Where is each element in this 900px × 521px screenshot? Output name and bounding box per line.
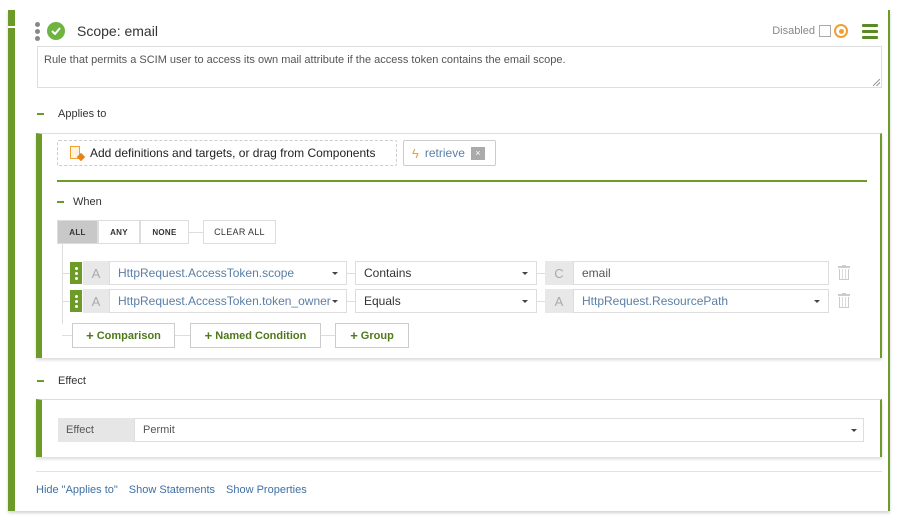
- connector-line: [347, 301, 355, 302]
- rule-card: Scope: email Disabled Rule that permits …: [8, 10, 890, 511]
- logic-any-button[interactable]: ANY: [98, 220, 140, 244]
- add-named-condition-label: Named Condition: [215, 329, 307, 342]
- add-definitions-label: Add definitions and targets, or drag fro…: [90, 146, 376, 160]
- connector-line: [347, 273, 355, 274]
- disabled-checkbox[interactable]: [819, 25, 831, 37]
- connector-line: [62, 273, 70, 274]
- connector-line: [537, 273, 545, 274]
- add-comparison-label: Comparison: [96, 329, 161, 342]
- section-divider: [57, 180, 867, 182]
- plus-icon: +: [350, 328, 358, 343]
- logic-none-button[interactable]: NONE: [140, 220, 189, 244]
- disabled-label: Disabled: [772, 25, 815, 37]
- collapse-icon: [37, 380, 44, 382]
- right-attribute-value: HttpRequest.ResourcePath: [582, 294, 729, 308]
- connector-line: [321, 335, 335, 336]
- effect-value: Permit: [143, 424, 175, 436]
- when-toggle[interactable]: When: [57, 196, 102, 208]
- collapse-icon: [37, 113, 44, 115]
- hide-applies-to-link[interactable]: Hide "Applies to": [36, 484, 118, 496]
- left-attribute-select[interactable]: HttpRequest.AccessToken.scope: [109, 261, 347, 285]
- lightning-bolt-icon: ϟ: [412, 145, 419, 161]
- effect-select[interactable]: Permit: [134, 418, 864, 442]
- card-notch: [8, 26, 15, 28]
- drag-handle-icon[interactable]: [70, 290, 82, 312]
- add-named-condition-button[interactable]: + Named Condition: [190, 323, 321, 348]
- drag-handle-icon[interactable]: [70, 262, 82, 284]
- right-value: email: [582, 266, 611, 280]
- footer-divider: [36, 471, 882, 472]
- hamburger-menu-icon[interactable]: [862, 23, 878, 39]
- target-radio-icon[interactable]: [834, 24, 848, 38]
- resize-grip-icon[interactable]: [873, 79, 880, 86]
- caret-down-icon: [851, 429, 857, 432]
- target-chip-label: retrieve: [424, 146, 465, 160]
- left-type-badge[interactable]: A: [83, 289, 109, 313]
- applies-to-panel: Add definitions and targets, or drag fro…: [36, 133, 882, 358]
- description-text: Rule that permits a SCIM user to access …: [44, 54, 566, 66]
- condition-row: A HttpRequest.AccessToken.token_owner Eq…: [57, 289, 877, 313]
- operator-value: Equals: [364, 294, 401, 308]
- target-chip-retrieve[interactable]: ϟ retrieve ×: [403, 140, 496, 166]
- caret-down-icon: [332, 300, 338, 303]
- connector-line: [62, 335, 72, 336]
- caret-down-icon: [814, 300, 820, 303]
- effect-section-label: Effect: [58, 375, 86, 387]
- left-type-badge[interactable]: A: [83, 261, 109, 285]
- caret-down-icon: [522, 300, 528, 303]
- rule-header: Scope: email Disabled: [29, 18, 878, 44]
- add-group-label: Group: [360, 329, 394, 342]
- trash-icon[interactable]: [838, 265, 850, 280]
- condition-row: A HttpRequest.AccessToken.scope Contains…: [57, 261, 877, 285]
- add-definitions-button[interactable]: Add definitions and targets, or drag fro…: [57, 140, 397, 166]
- drag-handle-icon[interactable]: [35, 21, 41, 41]
- check-circle-icon: [47, 22, 65, 40]
- add-group-button[interactable]: + Group: [335, 323, 409, 348]
- right-type-badge[interactable]: C: [545, 261, 573, 285]
- connector-line: [62, 301, 70, 302]
- effect-field-label: Effect: [58, 418, 134, 442]
- left-attribute-select[interactable]: HttpRequest.AccessToken.token_owner: [109, 289, 347, 313]
- logic-selector: ALL ANY NONE CLEAR ALL: [57, 220, 276, 244]
- document-add-icon: [70, 146, 86, 162]
- plus-icon: +: [204, 328, 213, 343]
- connector-line: [175, 335, 190, 336]
- rule-title[interactable]: Scope: email: [77, 23, 158, 39]
- plus-icon: +: [86, 328, 94, 343]
- applies-to-toggle[interactable]: Applies to: [37, 108, 106, 120]
- right-value-input[interactable]: email: [573, 261, 829, 285]
- right-type-badge[interactable]: A: [545, 289, 573, 313]
- right-attribute-select[interactable]: HttpRequest.ResourcePath: [573, 289, 829, 313]
- left-attribute-value: HttpRequest.AccessToken.scope: [118, 266, 295, 280]
- footer-links: Hide "Applies to" Show Statements Show P…: [36, 484, 307, 496]
- applies-to-label: Applies to: [58, 108, 107, 120]
- connector-line: [537, 301, 545, 302]
- clear-all-button[interactable]: CLEAR ALL: [203, 220, 276, 244]
- operator-select[interactable]: Equals: [355, 289, 537, 313]
- operator-value: Contains: [364, 266, 412, 280]
- show-properties-link[interactable]: Show Properties: [226, 484, 307, 496]
- effect-toggle[interactable]: Effect: [37, 375, 86, 387]
- caret-down-icon: [332, 272, 338, 275]
- show-statements-link[interactable]: Show Statements: [129, 484, 215, 496]
- description-textarea[interactable]: Rule that permits a SCIM user to access …: [37, 46, 882, 88]
- connector-line: [189, 231, 203, 233]
- when-label: When: [73, 196, 102, 208]
- operator-select[interactable]: Contains: [355, 261, 537, 285]
- collapse-icon: [57, 201, 64, 203]
- trash-icon[interactable]: [838, 293, 850, 308]
- add-comparison-button[interactable]: + Comparison: [72, 323, 175, 348]
- close-icon[interactable]: ×: [470, 146, 485, 160]
- left-attribute-value: HttpRequest.AccessToken.token_owner: [118, 294, 331, 308]
- effect-panel: Effect Permit: [36, 399, 882, 457]
- logic-all-button[interactable]: ALL: [57, 220, 98, 244]
- caret-down-icon: [522, 272, 528, 275]
